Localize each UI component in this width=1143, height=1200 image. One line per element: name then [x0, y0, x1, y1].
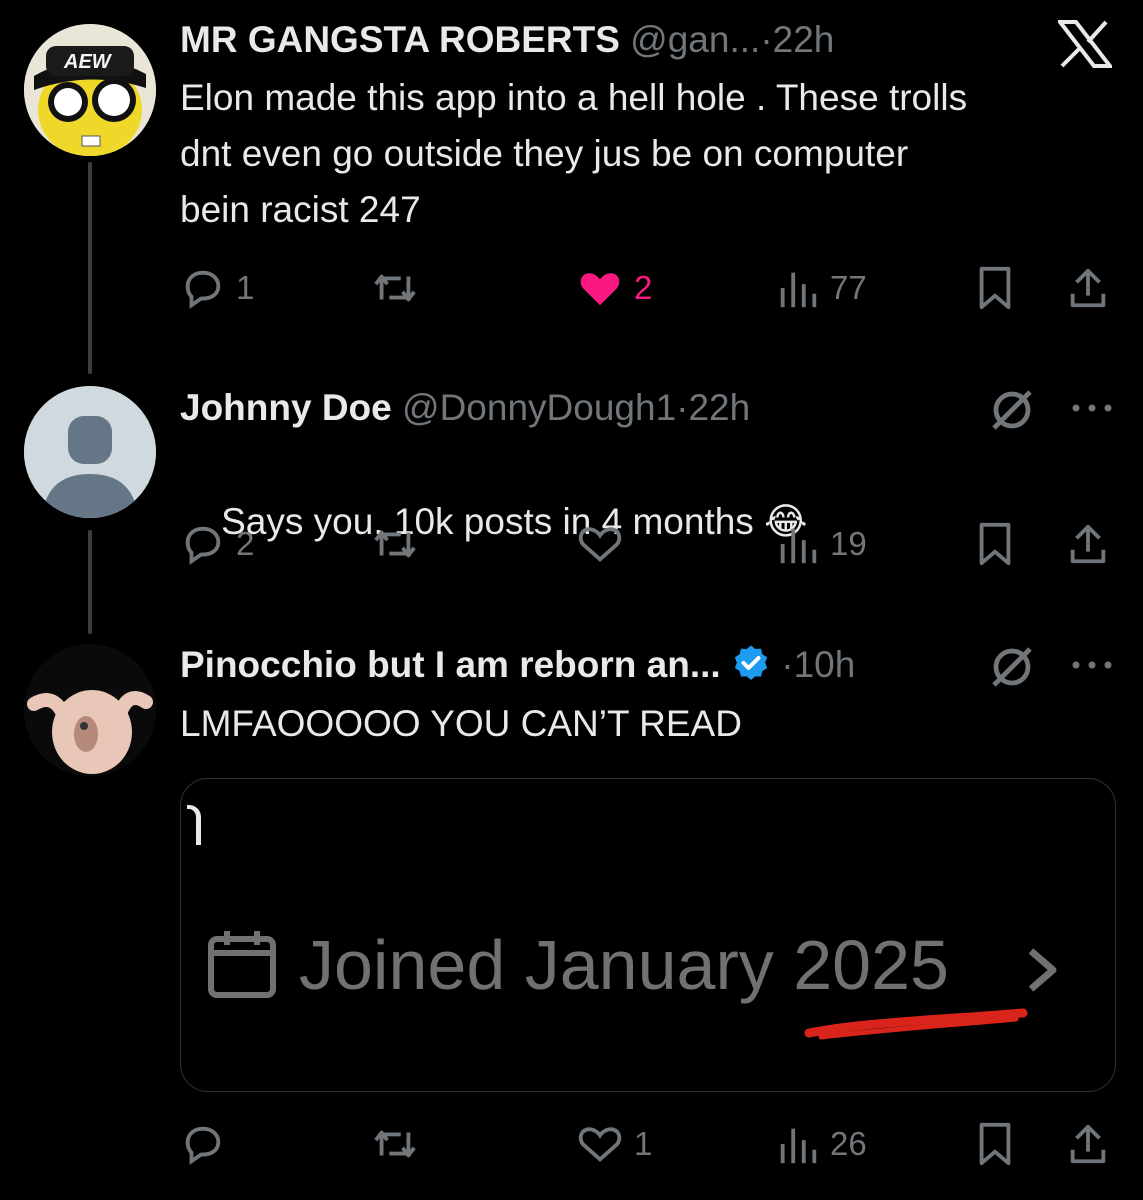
views-icon [780, 1128, 817, 1164]
cropped-glyph [187, 805, 201, 845]
thread-line [88, 530, 92, 634]
tweet-header: MR GANGSTA ROBERTS @gan...·22h [180, 16, 834, 64]
embedded-image[interactable]: Joined January 2025 [180, 778, 1116, 1092]
views-button[interactable]: 19 [776, 516, 867, 572]
joined-text: Joined January [299, 926, 774, 1004]
like-button[interactable]: 1 [576, 1116, 652, 1172]
views-icon [780, 528, 817, 564]
views-count: 77 [830, 269, 867, 306]
avatar[interactable]: AEW [24, 24, 156, 156]
views-button[interactable]: 26 [776, 1116, 867, 1172]
share-icon [1070, 524, 1106, 564]
verified-badge-icon [731, 643, 771, 695]
timestamp[interactable]: 22h [773, 19, 835, 60]
retweet-icon [374, 1130, 416, 1158]
handle[interactable]: @gan... [630, 19, 760, 60]
avatar[interactable] [24, 386, 156, 518]
action-bar: 2 19 [180, 516, 1115, 572]
retweet-button[interactable] [370, 260, 430, 316]
action-bar: 1 26 [180, 1116, 1115, 1172]
like-button[interactable]: 2 [576, 260, 652, 316]
bookmark-button[interactable] [975, 516, 1015, 572]
grok-icon[interactable] [988, 386, 1036, 439]
bookmark-button[interactable] [975, 1116, 1015, 1172]
share-button[interactable] [1066, 516, 1110, 572]
separator: · [676, 387, 689, 428]
more-icon[interactable] [1070, 396, 1114, 425]
joined-year: 2025 [793, 926, 949, 1004]
action-bar: 1 2 77 [180, 260, 1115, 316]
grok-icon[interactable] [988, 643, 1036, 696]
reply-count: 2 [236, 525, 255, 562]
retweet-button[interactable] [370, 1116, 430, 1172]
reply-button[interactable] [180, 1116, 236, 1172]
views-button[interactable]: 77 [776, 260, 867, 316]
handle[interactable]: @DonnyDough1 [402, 387, 676, 428]
heart-icon [580, 273, 620, 306]
x-logo-icon [1055, 20, 1115, 73]
bookmark-button[interactable] [975, 260, 1015, 316]
retweet-icon [374, 530, 416, 558]
reply-icon [185, 526, 221, 565]
red-underline [801, 1005, 1031, 1050]
tweet-header: Pinocchio but I am reborn an... ·10h [180, 641, 855, 695]
bookmark-icon [979, 266, 1011, 310]
retweet-button[interactable] [370, 516, 430, 572]
like-button[interactable] [576, 516, 634, 572]
like-count: 1 [634, 1125, 653, 1162]
bookmark-icon [979, 522, 1011, 566]
share-icon [1070, 1124, 1106, 1164]
more-icon[interactable] [1070, 653, 1114, 682]
bookmark-icon [979, 1122, 1011, 1166]
display-name[interactable]: Johnny Doe [180, 387, 392, 428]
timestamp[interactable]: 10h [794, 644, 856, 685]
views-icon [780, 272, 817, 308]
avatar[interactable] [24, 644, 156, 776]
heart-icon [578, 1127, 622, 1162]
share-icon [1070, 268, 1106, 308]
tweet-text: LMFAOOOOO YOU CAN’T READ [180, 703, 742, 744]
display-name[interactable]: MR GANGSTA ROBERTS [180, 19, 620, 60]
timestamp[interactable]: 22h [688, 387, 750, 428]
reply-count: 1 [236, 269, 255, 306]
share-button[interactable] [1066, 1116, 1110, 1172]
tweet-text: Elon made this app into a hell hole . Th… [180, 77, 968, 230]
thread-line [88, 162, 92, 374]
reply-icon [185, 270, 221, 309]
reply-icon [185, 1126, 221, 1165]
joined-date: Joined January 2025 [299, 923, 949, 1007]
heart-icon [578, 527, 622, 562]
share-button[interactable] [1066, 260, 1110, 316]
separator: · [781, 644, 794, 685]
views-count: 26 [830, 1125, 867, 1162]
aew-logo: AEW [63, 51, 113, 73]
reply-button[interactable]: 2 [180, 516, 254, 572]
views-count: 19 [830, 525, 867, 562]
retweet-icon [374, 274, 416, 302]
calendar-icon [207, 929, 277, 1004]
separator: · [760, 19, 773, 60]
tweet-header: Johnny Doe @DonnyDough1·22h [180, 384, 750, 432]
reply-button[interactable]: 1 [180, 260, 254, 316]
display-name[interactable]: Pinocchio but I am reborn an... [180, 644, 721, 685]
like-count: 2 [634, 269, 653, 306]
chevron-right-icon [1023, 945, 1063, 1000]
